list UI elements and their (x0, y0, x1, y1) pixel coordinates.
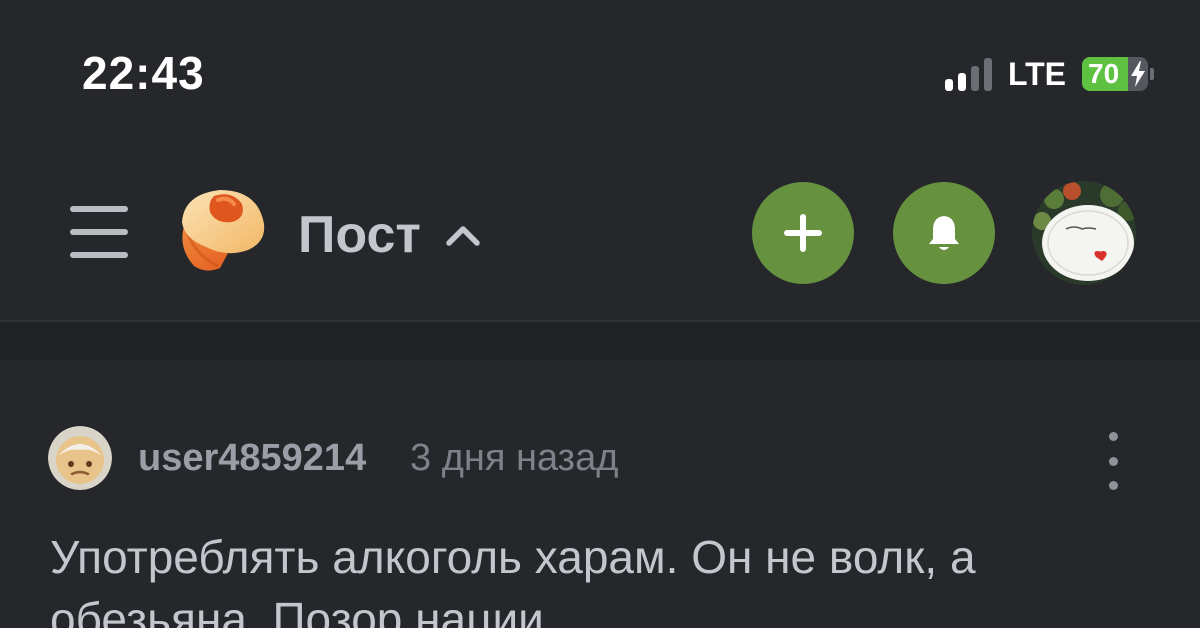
avatar-image (48, 426, 112, 490)
status-indicators: LTE 70 (944, 55, 1154, 92)
battery-icon: 70 (1082, 57, 1154, 91)
post-title-dropdown[interactable]: Пост (298, 205, 481, 265)
more-vertical-icon[interactable] (1098, 432, 1128, 490)
pikabu-post-screen: 22:43 LTE 70 Пост user4859214 3 дня наза… (0, 0, 1200, 628)
comment-username[interactable]: user4859214 (138, 437, 366, 480)
cupcake-logo-icon[interactable] (176, 186, 268, 274)
notifications-button[interactable] (893, 182, 995, 284)
avatar-image (1032, 181, 1136, 285)
comment-timestamp: 3 дня назад (410, 437, 619, 479)
chevron-up-icon (446, 226, 480, 246)
comment-text: Употреблять алкоголь харам. Он не волк, … (50, 531, 976, 628)
commenter-avatar[interactable] (48, 426, 112, 490)
network-type: LTE (1007, 55, 1066, 92)
charging-bolt-icon (1131, 61, 1145, 87)
page-title: Пост (298, 206, 421, 264)
add-post-button[interactable] (752, 182, 854, 284)
cellular-signal-icon (944, 57, 992, 91)
plus-icon (784, 214, 822, 252)
bell-icon (929, 216, 959, 250)
battery-percent: 70 (1088, 58, 1120, 89)
section-separator (0, 322, 1200, 360)
status-time: 22:43 (82, 47, 205, 99)
user-avatar[interactable] (1032, 181, 1136, 285)
hamburger-menu-icon[interactable] (70, 206, 128, 258)
